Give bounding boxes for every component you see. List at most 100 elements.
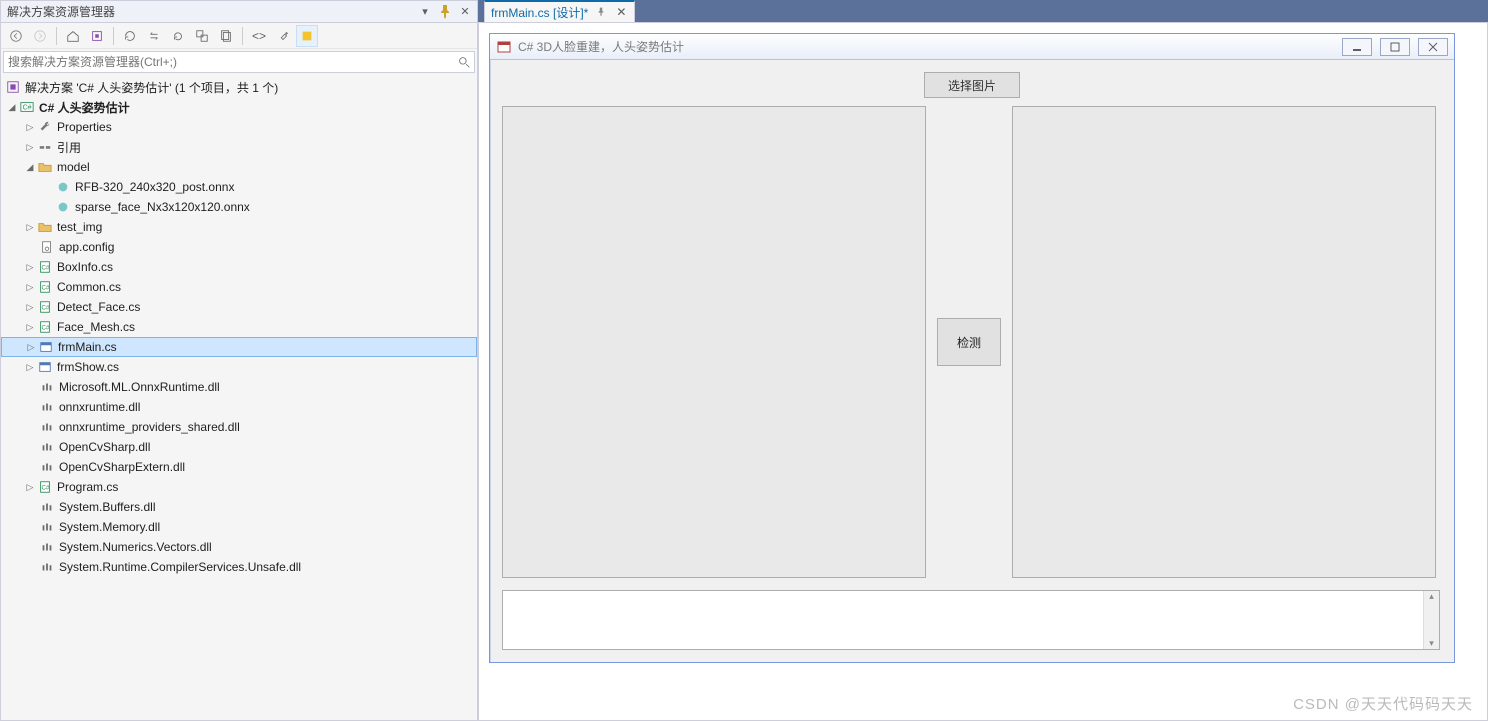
tree-item-common[interactable]: ▷ C# Common.cs (1, 277, 477, 297)
close-icon[interactable]: ✕ (614, 5, 628, 19)
tree-item-detect-face[interactable]: ▷ C# Detect_Face.cs (1, 297, 477, 317)
chevron-right-icon[interactable]: ▷ (23, 220, 37, 234)
log-textbox[interactable]: ▴▾ (502, 590, 1440, 650)
chevron-right-icon[interactable]: ▷ (23, 300, 37, 314)
svg-text:C#: C# (23, 105, 32, 112)
watermark-text: CSDN @天天代码码天天 (1293, 693, 1473, 714)
solution-label: 解决方案 'C# 人头姿势估计' (1 个项目，共 1 个) (25, 79, 278, 96)
chevron-right-icon[interactable]: ▷ (23, 260, 37, 274)
tree-item-model[interactable]: ◢ model (1, 157, 477, 177)
dll-file-icon (39, 499, 55, 515)
tree-item-onnx2[interactable]: sparse_face_Nx3x120x120.onnx (1, 197, 477, 217)
csharp-file-icon: C# (37, 259, 53, 275)
detect-button[interactable]: 检测 (937, 318, 1001, 366)
tree-item-properties[interactable]: ▷ Properties (1, 117, 477, 137)
show-all-files-icon[interactable] (215, 25, 237, 47)
chevron-right-icon[interactable]: ▷ (23, 280, 37, 294)
svg-text:C#: C# (42, 305, 50, 312)
dll-file-icon (39, 399, 55, 415)
search-icon[interactable] (454, 52, 474, 72)
pin-icon[interactable] (437, 4, 453, 20)
chevron-right-icon[interactable]: ▷ (24, 340, 38, 354)
csharp-file-icon: C# (37, 299, 53, 315)
tree-item-face-mesh[interactable]: ▷ C# Face_Mesh.cs (1, 317, 477, 337)
pin-icon[interactable] (594, 5, 608, 19)
tree-item-references[interactable]: ▷ 引用 (1, 137, 477, 157)
onnx-file-icon (55, 199, 71, 215)
chevron-right-icon[interactable]: ▷ (23, 320, 37, 334)
search-input[interactable] (4, 55, 454, 69)
tree-item-dll-buffers[interactable]: System.Buffers.dll (1, 497, 477, 517)
panel-dropdown-icon[interactable]: ▾ (417, 4, 433, 20)
home-icon[interactable] (62, 25, 84, 47)
close-icon[interactable]: ✕ (457, 4, 473, 20)
scrollbar[interactable]: ▴▾ (1423, 591, 1439, 649)
tree-item-dll-opencvsharpextern[interactable]: OpenCvSharpExtern.dll (1, 457, 477, 477)
solution-explorer-header: 解决方案资源管理器 ▾ ✕ (1, 1, 477, 23)
svg-text:C#: C# (42, 325, 50, 332)
output-picturebox[interactable] (1012, 106, 1436, 578)
chevron-down-icon[interactable]: ◢ (23, 160, 37, 174)
dll-file-icon (39, 559, 55, 575)
tree-item-frmshow[interactable]: ▷ frmShow.cs (1, 357, 477, 377)
tree-item-dll-unsafe[interactable]: System.Runtime.CompilerServices.Unsafe.d… (1, 557, 477, 577)
tree-solution-row[interactable]: 解决方案 'C# 人头姿势估计' (1 个项目，共 1 个) (1, 77, 477, 97)
solution-explorer-panel: 解决方案资源管理器 ▾ ✕ <> (0, 0, 478, 721)
chevron-down-icon[interactable]: ◢ (5, 100, 19, 114)
window-title: C# 3D人脸重建，人头姿势估计 (518, 38, 1334, 55)
toolbar-separator (56, 27, 57, 45)
document-tab[interactable]: frmMain.cs [设计]* ✕ (484, 0, 635, 22)
chevron-right-icon[interactable]: ▷ (23, 120, 37, 134)
input-picturebox[interactable] (502, 106, 926, 578)
dll-file-icon (39, 419, 55, 435)
chevron-right-icon[interactable]: ▷ (23, 360, 37, 374)
pending-changes-icon[interactable] (119, 25, 141, 47)
dll-file-icon (39, 539, 55, 555)
tree-item-dll-onnxprov[interactable]: onnxruntime_providers_shared.dll (1, 417, 477, 437)
tree-project-row[interactable]: ◢ C# C# 人头姿势估计 (1, 97, 477, 117)
view-code-icon[interactable]: <> (248, 25, 270, 47)
folder-icon (37, 219, 53, 235)
tree-item-frmmain[interactable]: ▷ frmMain.cs (1, 337, 477, 357)
toolbar-separator (242, 27, 243, 45)
refresh-icon[interactable] (167, 25, 189, 47)
tree-item-dll-numvec[interactable]: System.Numerics.Vectors.dll (1, 537, 477, 557)
csharp-project-icon: C# (19, 99, 35, 115)
tree-item-program[interactable]: ▷ C# Program.cs (1, 477, 477, 497)
config-file-icon (39, 239, 55, 255)
maximize-icon[interactable] (1380, 38, 1410, 56)
tree-item-test-img[interactable]: ▷ test_img (1, 217, 477, 237)
tree-item-dll-opencvsharp[interactable]: OpenCvSharp.dll (1, 437, 477, 457)
svg-text:C#: C# (42, 485, 50, 492)
select-image-button[interactable]: 选择图片 (924, 72, 1020, 98)
toolbar-separator (113, 27, 114, 45)
forward-icon[interactable] (29, 25, 51, 47)
tree-item-dll-mlonnx[interactable]: Microsoft.ML.OnnxRuntime.dll (1, 377, 477, 397)
csharp-file-icon: C# (37, 479, 53, 495)
winforms-window[interactable]: C# 3D人脸重建，人头姿势估计 选择图片 检测 (489, 33, 1455, 663)
tree-item-boxinfo[interactable]: ▷ C# BoxInfo.cs (1, 257, 477, 277)
dll-file-icon (39, 519, 55, 535)
switch-views-icon[interactable] (86, 25, 108, 47)
csharp-file-icon: C# (37, 279, 53, 295)
chevron-right-icon[interactable]: ▷ (23, 480, 37, 494)
tree-item-dll-onnxruntime[interactable]: onnxruntime.dll (1, 397, 477, 417)
svg-text:C#: C# (42, 265, 50, 272)
dll-file-icon (39, 379, 55, 395)
tree-item-app-config[interactable]: app.config (1, 237, 477, 257)
preview-selected-icon[interactable] (296, 25, 318, 47)
properties-icon[interactable] (272, 25, 294, 47)
solution-explorer-title: 解决方案资源管理器 (5, 3, 417, 20)
minimize-icon[interactable] (1342, 38, 1372, 56)
wrench-icon (37, 119, 53, 135)
collapse-all-icon[interactable] (191, 25, 213, 47)
tree-item-onnx1[interactable]: RFB-320_240x320_post.onnx (1, 177, 477, 197)
back-icon[interactable] (5, 25, 27, 47)
chevron-right-icon[interactable]: ▷ (23, 140, 37, 154)
designer-surface[interactable]: C# 3D人脸重建，人头姿势估计 选择图片 检测 (478, 22, 1488, 721)
dll-file-icon (39, 439, 55, 455)
sync-icon[interactable] (143, 25, 165, 47)
tree-item-dll-memory[interactable]: System.Memory.dll (1, 517, 477, 537)
close-window-icon[interactable] (1418, 38, 1448, 56)
solution-search (3, 51, 475, 73)
